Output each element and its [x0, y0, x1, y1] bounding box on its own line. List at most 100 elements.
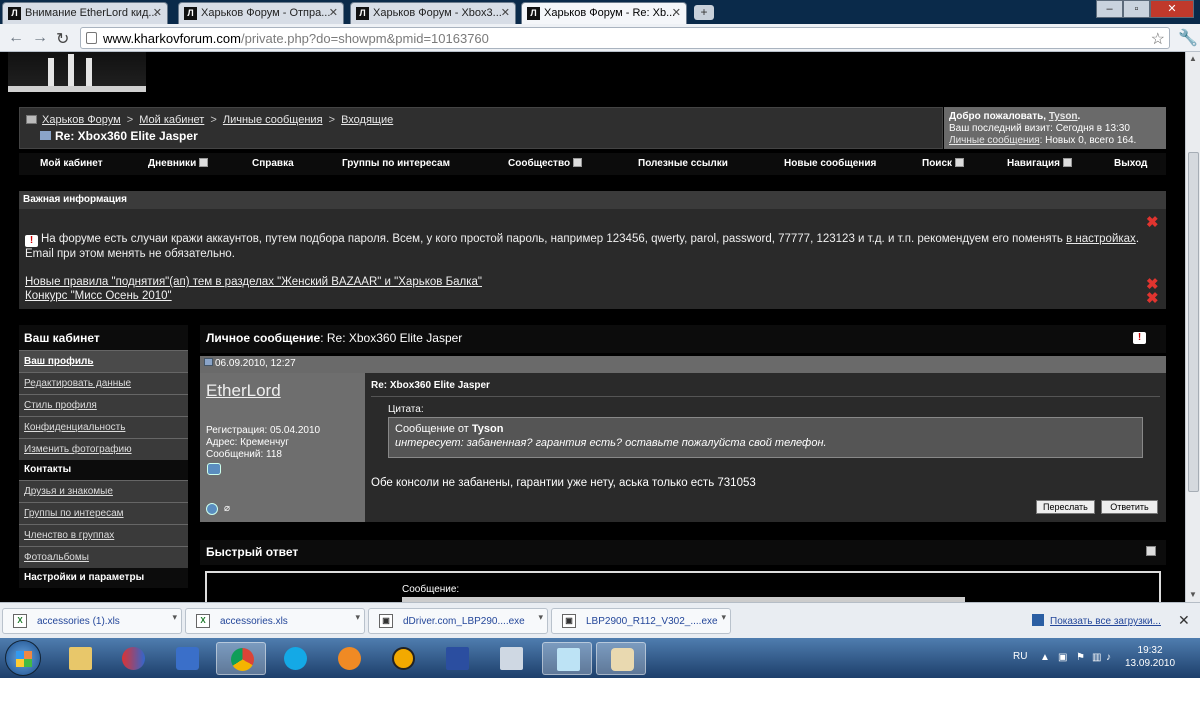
last-visit: Ваш последний визит: Сегодня в 13:30 [949, 123, 1130, 134]
collapse-icon[interactable] [1146, 546, 1156, 556]
browser-tab-active[interactable]: Л Харьков Форум - Re: Xb... ✕ [521, 2, 687, 24]
sidebar-item-privacy[interactable]: Конфиденциальность [19, 416, 188, 438]
taskbar-skype[interactable] [270, 642, 320, 675]
reply-button[interactable]: Ответить [1101, 500, 1158, 514]
sidebar-item-albums[interactable]: Фотоальбомы [19, 546, 188, 568]
tray-device-icon[interactable]: ▣ [1058, 652, 1067, 663]
rules-link[interactable]: Новые правила "поднятия"(ап) тем в разде… [25, 276, 482, 288]
sidebar-item-profile-style[interactable]: Стиль профиля [19, 394, 188, 416]
close-downloads-icon[interactable]: ✕ [1178, 612, 1190, 629]
username-link[interactable]: Tyson [1049, 111, 1078, 122]
sidebar-item-friends[interactable]: Друзья и знакомые [19, 480, 188, 502]
close-tab-icon[interactable]: ✕ [153, 6, 162, 19]
post-text: Обе консоли не забанены, гарантии уже не… [371, 477, 756, 489]
dismiss-icon[interactable]: ✖ [1146, 213, 1159, 231]
browser-tab[interactable]: Л Харьков Форум - Xbox3... ✕ [350, 2, 516, 24]
breadcrumb-link-inbox[interactable]: Входящие [341, 114, 393, 126]
nav-new-posts[interactable]: Новые сообщения [784, 158, 876, 169]
dropdown-icon [199, 158, 209, 167]
dropdown-arrow-icon[interactable]: ▾ [538, 612, 543, 623]
network-icon[interactable]: ▥ [1092, 652, 1101, 663]
taskbar-app[interactable] [162, 642, 212, 675]
download-item[interactable]: Xaccessories (1).xls ▾ [2, 608, 182, 634]
nav-community[interactable]: Сообщество [508, 158, 583, 169]
close-window-button[interactable]: ✕ [1150, 0, 1194, 18]
nav-search[interactable]: Поиск [922, 158, 965, 169]
main-navbar: Мой кабинет Дневники Справка Группы по и… [19, 153, 1166, 175]
scroll-up-icon[interactable]: ▲ [1189, 54, 1197, 63]
nav-navigation[interactable]: Навигация [1007, 158, 1072, 169]
settings-link[interactable]: в настройках [1066, 233, 1136, 245]
breadcrumb-link-cabinet[interactable]: Мой кабинет [139, 114, 204, 126]
author-name-link[interactable]: EtherLord [206, 381, 281, 401]
camera-icon[interactable] [207, 463, 221, 475]
nav-my-cabinet[interactable]: Мой кабинет [40, 158, 103, 169]
taskbar-mail[interactable] [324, 642, 374, 675]
post-title: Re: Xbox360 Elite Jasper [371, 380, 490, 391]
forward-button[interactable]: Переслать [1036, 500, 1095, 514]
scroll-thumb[interactable] [1188, 152, 1199, 492]
pm-heading: Личное сообщение: Re: Xbox360 Elite Jasp… [200, 325, 1166, 353]
nav-useful-links[interactable]: Полезные ссылки [638, 158, 728, 169]
pm-link[interactable]: Личные сообщения [949, 135, 1040, 146]
new-tab-button[interactable]: + [694, 5, 714, 20]
attachment-icon[interactable]: ⌀ [224, 503, 230, 514]
show-all-downloads-link[interactable]: Показать все загрузки... [1050, 616, 1161, 627]
sidebar-item-edit-data[interactable]: Редактировать данные [19, 372, 188, 394]
site-logo[interactable] [8, 52, 146, 92]
scroll-down-icon[interactable]: ▼ [1189, 590, 1197, 599]
nav-groups[interactable]: Группы по интересам [342, 158, 450, 169]
dropdown-arrow-icon[interactable]: ▾ [721, 612, 726, 623]
tray-expand-icon[interactable]: ▲ [1040, 652, 1050, 663]
address-bar[interactable]: www.kharkovforum.com/private.php?do=show… [80, 27, 1170, 49]
wrench-menu-icon[interactable]: 🔧 [1178, 28, 1198, 48]
maximize-button[interactable]: ▫ [1123, 0, 1150, 18]
dismiss-icon[interactable]: ✖ [1146, 289, 1159, 307]
download-item[interactable]: ▣ dDriver.com_LBP290....exe ▾ [368, 608, 548, 634]
page-scrollbar[interactable]: ▲ ▼ [1185, 52, 1200, 602]
sidebar-item-groups[interactable]: Группы по интересам [19, 502, 188, 524]
browser-tab[interactable]: Л Харьков Форум - Отпра... ✕ [178, 2, 344, 24]
back-arrow-icon[interactable]: ← [8, 29, 24, 47]
breadcrumb-link-pm[interactable]: Личные сообщения [223, 114, 323, 126]
dropdown-arrow-icon[interactable]: ▾ [355, 612, 360, 623]
taskbar-save-app[interactable] [432, 642, 482, 675]
exe-file-icon: ▣ [379, 614, 393, 628]
nav-diaries[interactable]: Дневники [148, 158, 209, 169]
volume-icon[interactable]: ♪ [1106, 652, 1111, 663]
nav-logout[interactable]: Выход [1114, 158, 1147, 169]
skype-icon [284, 647, 307, 670]
author-info: Регистрация: 05.04.2010 Адрес: Кременчуг… [206, 425, 321, 460]
nav-help[interactable]: Справка [252, 158, 294, 169]
taskbar-calculator[interactable] [486, 642, 536, 675]
language-indicator[interactable]: RU [1013, 651, 1027, 662]
taskbar-aimp[interactable] [378, 642, 428, 675]
sidebar-item-membership[interactable]: Членство в группах [19, 524, 188, 546]
bookmark-star-icon[interactable]: ☆ [1151, 29, 1165, 49]
taskbar-paint[interactable] [596, 642, 646, 675]
close-tab-icon[interactable]: ✕ [672, 6, 681, 19]
breadcrumb-link-home[interactable]: Харьков Форум [42, 114, 121, 126]
contest-link[interactable]: Конкурс "Мисс Осень 2010" [25, 290, 172, 302]
start-button[interactable] [5, 640, 41, 676]
report-icon[interactable]: ! [1133, 332, 1146, 344]
minimize-button[interactable]: – [1096, 0, 1123, 18]
taskbar-notepad[interactable] [542, 642, 592, 675]
dropdown-arrow-icon[interactable]: ▾ [172, 612, 177, 623]
reload-icon[interactable]: ↻ [56, 29, 69, 49]
browser-tab[interactable]: Л Внимание EtherLord кид... ✕ [2, 2, 168, 24]
download-item[interactable]: Xaccessories.xls ▾ [185, 608, 365, 634]
download-item[interactable]: ▣ LBP2900_R112_V302_....exe ▾ [551, 608, 731, 634]
dropdown-icon [955, 158, 965, 167]
sidebar-item-profile[interactable]: Ваш профиль [19, 350, 188, 372]
tray-flag-icon[interactable]: ⚑ [1076, 652, 1085, 663]
taskbar-explorer[interactable] [55, 642, 105, 675]
taskbar-sync-app[interactable] [108, 642, 158, 675]
forward-arrow-icon[interactable]: → [32, 29, 48, 47]
close-tab-icon[interactable]: ✕ [329, 6, 338, 19]
taskbar-chrome[interactable] [216, 642, 266, 675]
system-clock[interactable]: 19:32 13.09.2010 [1125, 644, 1175, 670]
sidebar-item-change-photo[interactable]: Изменить фотографию [19, 438, 188, 460]
close-tab-icon[interactable]: ✕ [501, 6, 510, 19]
important-info-heading: Важная информация [19, 191, 1166, 209]
